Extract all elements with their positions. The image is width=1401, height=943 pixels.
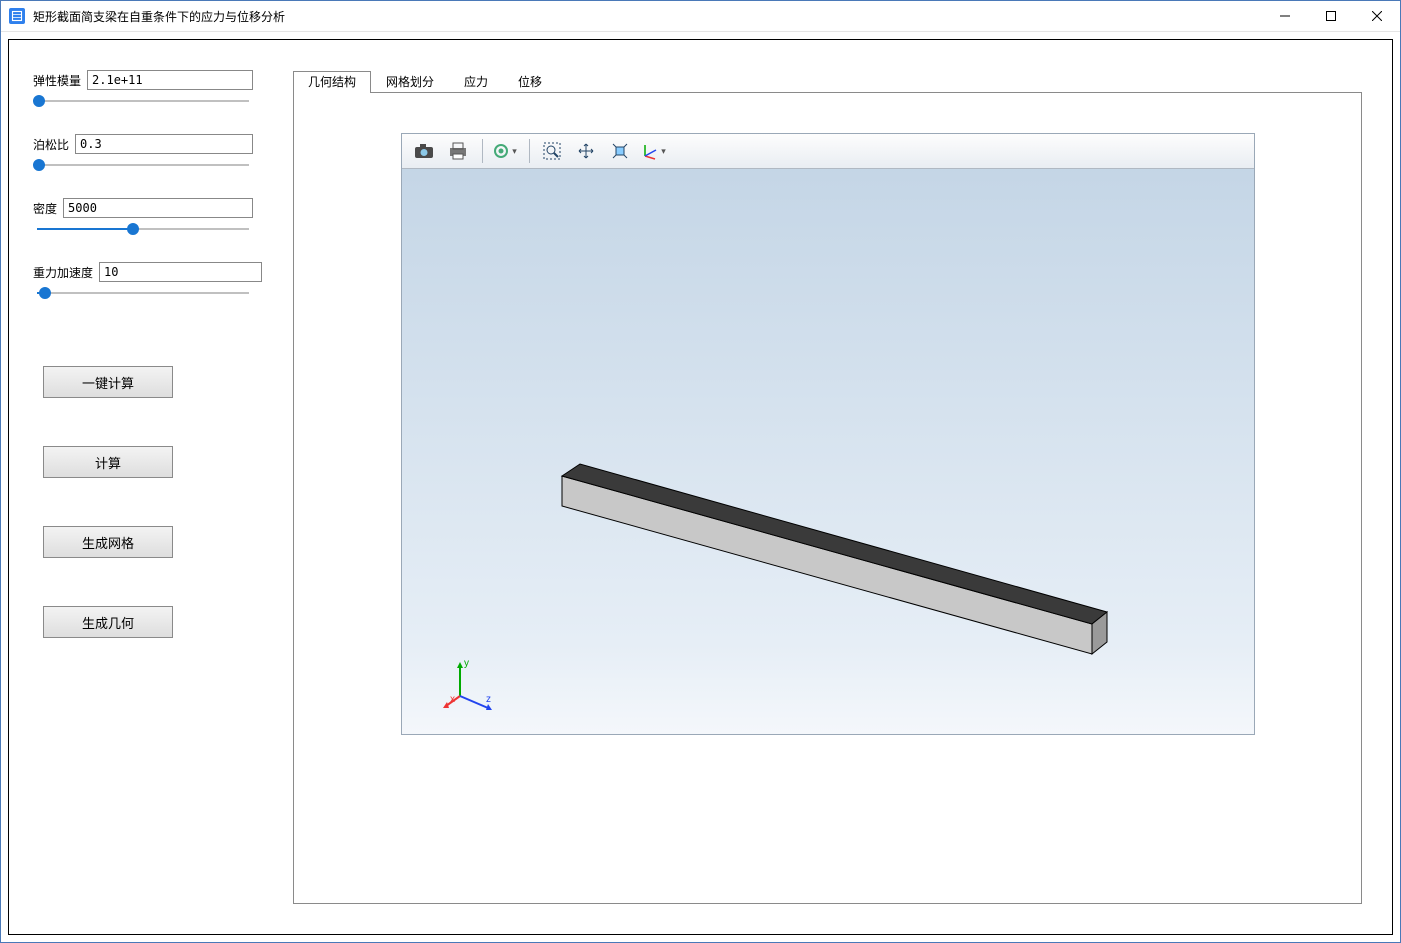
compute-button[interactable]: 计算 bbox=[43, 446, 173, 478]
viewport-3d[interactable]: y x z bbox=[401, 133, 1255, 735]
titlebar: 矩形截面简支梁在自重条件下的应力与位移分析 bbox=[1, 1, 1400, 32]
param-density: 密度 bbox=[33, 198, 253, 236]
gravity-input[interactable] bbox=[99, 262, 262, 282]
poisson-label: 泊松比 bbox=[33, 136, 69, 153]
tab-bar: 几何结构 网格划分 应力 位移 bbox=[293, 70, 1362, 93]
tab-mesh[interactable]: 网格划分 bbox=[371, 71, 449, 93]
svg-text:y: y bbox=[464, 658, 469, 669]
app-icon bbox=[9, 8, 25, 24]
elastic-modulus-input[interactable] bbox=[87, 70, 253, 90]
poisson-input[interactable] bbox=[75, 134, 253, 154]
tab-geometry[interactable]: 几何结构 bbox=[293, 71, 371, 93]
elastic-modulus-slider[interactable] bbox=[33, 94, 253, 108]
generate-mesh-button[interactable]: 生成网格 bbox=[43, 526, 173, 558]
gravity-slider[interactable] bbox=[33, 286, 253, 300]
window-title: 矩形截面简支梁在自重条件下的应力与位移分析 bbox=[33, 8, 285, 25]
view-container: y x z bbox=[293, 93, 1362, 904]
axis-triad: y x z bbox=[442, 654, 502, 714]
close-button[interactable] bbox=[1354, 1, 1400, 31]
app-window: 矩形截面简支梁在自重条件下的应力与位移分析 弹性模量 泊松比 bbox=[0, 0, 1401, 943]
param-poisson: 泊松比 bbox=[33, 134, 253, 172]
svg-text:x: x bbox=[450, 694, 455, 705]
elastic-modulus-label: 弹性模量 bbox=[33, 72, 81, 89]
print-icon[interactable] bbox=[442, 136, 474, 166]
beam-geometry bbox=[552, 454, 1112, 674]
tab-stress[interactable]: 应力 bbox=[449, 71, 503, 93]
gear-icon[interactable] bbox=[489, 136, 521, 166]
fit-icon[interactable] bbox=[604, 136, 636, 166]
density-input[interactable] bbox=[63, 198, 253, 218]
axes-icon[interactable] bbox=[638, 136, 670, 166]
pan-icon[interactable] bbox=[570, 136, 602, 166]
gravity-label: 重力加速度 bbox=[33, 264, 93, 281]
camera-icon[interactable] bbox=[408, 136, 440, 166]
maximize-button[interactable] bbox=[1308, 1, 1354, 31]
main-panel: 几何结构 网格划分 应力 位移 bbox=[293, 70, 1362, 904]
viewport-toolbar bbox=[402, 134, 1254, 169]
generate-geometry-button[interactable]: 生成几何 bbox=[43, 606, 173, 638]
tab-displacement[interactable]: 位移 bbox=[503, 71, 557, 93]
param-gravity: 重力加速度 bbox=[33, 262, 253, 300]
sidebar: 弹性模量 泊松比 密度 bbox=[33, 70, 253, 904]
poisson-slider[interactable] bbox=[33, 158, 253, 172]
oneclick-compute-button[interactable]: 一键计算 bbox=[43, 366, 173, 398]
minimize-button[interactable] bbox=[1262, 1, 1308, 31]
density-label: 密度 bbox=[33, 200, 57, 217]
density-slider[interactable] bbox=[33, 222, 253, 236]
param-elastic-modulus: 弹性模量 bbox=[33, 70, 253, 108]
svg-text:z: z bbox=[486, 694, 491, 705]
zoom-box-icon[interactable] bbox=[536, 136, 568, 166]
